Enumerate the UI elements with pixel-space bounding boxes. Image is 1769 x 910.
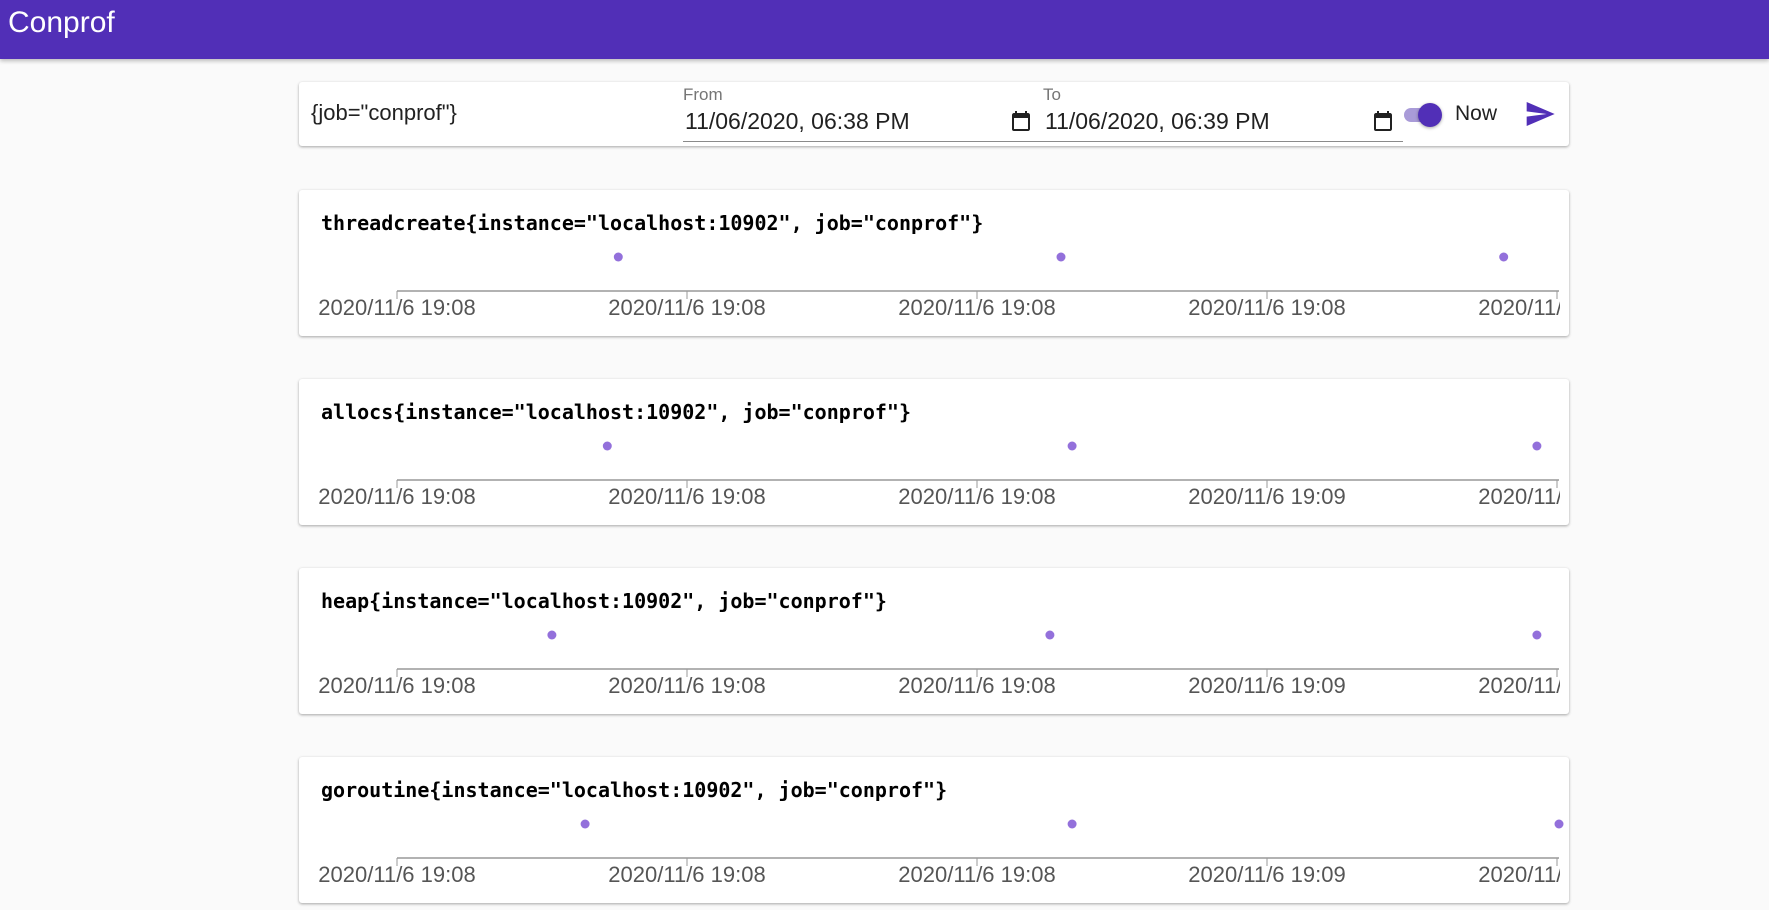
- x-tick-label: 2020/11/6 19:08: [898, 862, 1055, 887]
- series-card: allocs{instance="localhost:10902", job="…: [299, 379, 1569, 525]
- calendar-icon[interactable]: [1371, 109, 1395, 133]
- data-point[interactable]: [1067, 441, 1077, 451]
- data-point[interactable]: [613, 252, 623, 262]
- x-tick-label: 2020/11/6 19:09: [1188, 484, 1345, 509]
- x-tick-label: 2020/11/6 19:08: [608, 484, 765, 509]
- calendar-icon[interactable]: [1009, 109, 1033, 133]
- data-point[interactable]: [1067, 819, 1077, 829]
- series-card: threadcreate{instance="localhost:10902",…: [299, 190, 1569, 336]
- x-tick-label: 2020/11/6 19:09: [1478, 484, 1569, 509]
- x-tick-label: 2020/11/6 19:08: [608, 673, 765, 698]
- data-point[interactable]: [602, 441, 612, 451]
- x-tick-label: 2020/11/6 19:08: [608, 862, 765, 887]
- series-card: goroutine{instance="localhost:10902", jo…: [299, 757, 1569, 903]
- x-tick-label: 2020/11/6 19:08: [318, 484, 475, 509]
- datetime-underline: [683, 141, 1403, 142]
- x-tick-label: 2020/11/6 19:08: [898, 673, 1055, 698]
- to-label: To: [1043, 85, 1061, 104]
- query-input[interactable]: [311, 100, 641, 126]
- x-tick-label: 2020/11/6 19:08: [608, 295, 765, 320]
- x-tick-label: 2020/11/6 19:08: [318, 673, 475, 698]
- from-label: From: [683, 85, 723, 104]
- x-tick-label: 2020/11/6 19:09: [1188, 673, 1345, 698]
- app-title: Conprof: [8, 6, 115, 39]
- send-icon[interactable]: [1524, 98, 1556, 130]
- x-tick-label: 2020/11/6 19:08: [898, 484, 1055, 509]
- data-point[interactable]: [1045, 630, 1055, 640]
- app-bar: Conprof: [0, 0, 1769, 59]
- series-card: heap{instance="localhost:10902", job="co…: [299, 568, 1569, 714]
- x-tick-label: 2020/11/6 19:09: [1478, 673, 1569, 698]
- to-datetime-field[interactable]: To 11/06/2020, 06:39 PM: [1043, 82, 1401, 146]
- toggle-thumb: [1418, 103, 1442, 127]
- x-tick-label: 2020/11/6 19:08: [318, 862, 475, 887]
- scatter-chart: 2020/11/6 19:08 2020/11/6 19:08 2020/11/6 …: [318, 252, 1569, 320]
- scatter-chart: 2020/11/6 19:08 2020/11/6 19:08 2020/11/6 …: [318, 630, 1569, 698]
- x-tick-label: 2020/11/6 19:09: [1478, 295, 1569, 320]
- data-point[interactable]: [1532, 441, 1542, 451]
- data-point[interactable]: [1499, 252, 1509, 262]
- x-tick-label: 2020/11/6 19:09: [1478, 862, 1569, 887]
- data-point[interactable]: [1532, 630, 1542, 640]
- x-tick-label: 2020/11/6 19:08: [318, 295, 475, 320]
- scatter-chart: 2020/11/6 19:08 2020/11/6 19:08 2020/11/6 …: [318, 441, 1569, 509]
- data-point[interactable]: [1056, 252, 1066, 262]
- x-tick-label: 2020/11/6 19:08: [1188, 295, 1345, 320]
- data-point[interactable]: [580, 819, 590, 829]
- data-point[interactable]: [1554, 819, 1564, 829]
- to-value[interactable]: 11/06/2020, 06:39 PM: [1045, 108, 1270, 135]
- now-toggle[interactable]: [1402, 101, 1442, 127]
- query-bar: From 11/06/2020, 06:38 PM To 11/06/2020,…: [299, 82, 1569, 146]
- from-value[interactable]: 11/06/2020, 06:38 PM: [685, 108, 910, 135]
- now-label: Now: [1455, 102, 1498, 125]
- data-point[interactable]: [547, 630, 557, 640]
- x-tick-label: 2020/11/6 19:09: [1188, 862, 1345, 887]
- from-datetime-field[interactable]: From 11/06/2020, 06:38 PM: [683, 82, 1030, 146]
- scatter-chart: 2020/11/6 19:08 2020/11/6 19:08 2020/11/6 …: [318, 819, 1569, 887]
- x-tick-label: 2020/11/6 19:08: [898, 295, 1055, 320]
